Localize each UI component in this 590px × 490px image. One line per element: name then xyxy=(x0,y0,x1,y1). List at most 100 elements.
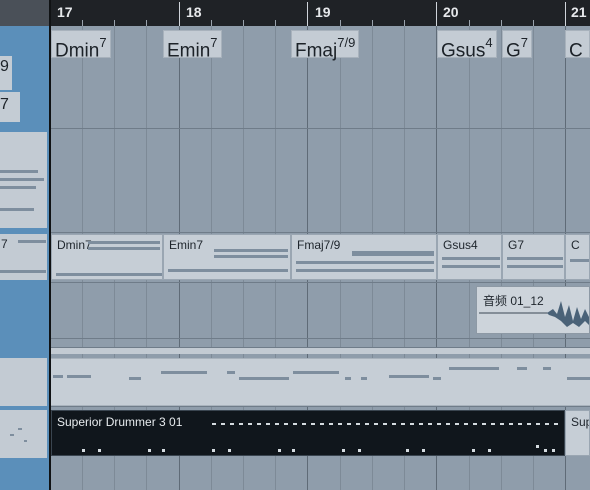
midi-note xyxy=(442,257,500,260)
part-name: Gsus4 xyxy=(443,238,478,252)
drum-part[interactable]: Superior Drummer 3 01 xyxy=(51,410,565,456)
chord-part-c[interactable]: C xyxy=(565,234,590,280)
chord-part-fmaj79[interactable]: Fmaj7/9 xyxy=(291,234,437,280)
thin-track-band xyxy=(49,348,590,354)
drum-hit xyxy=(82,449,85,452)
ruler[interactable]: 17 18 19 20 21 xyxy=(0,0,590,26)
part-name: C xyxy=(571,238,580,252)
part-name: 7 xyxy=(1,237,8,251)
drum-hit xyxy=(162,449,165,452)
midi-note xyxy=(18,428,22,430)
selected-range-left[interactable]: 9 7 7 xyxy=(0,26,49,490)
chord-event-dmin7[interactable]: Dmin7 xyxy=(51,30,111,62)
midi-note xyxy=(361,377,367,380)
midi-note xyxy=(433,377,441,380)
partial-chord-label: 7 xyxy=(0,92,20,122)
midi-note xyxy=(352,251,434,256)
chord-root: Gsus xyxy=(441,40,486,62)
ruler-bar-21: 21 xyxy=(571,4,587,20)
selected-drum-lane xyxy=(0,410,47,458)
midi-note xyxy=(214,249,288,252)
chord-extension: 7 xyxy=(520,35,529,50)
chord-root: C xyxy=(569,40,583,62)
chord-event-g7[interactable]: G7 xyxy=(502,30,533,61)
ruler-bar-line xyxy=(565,2,566,26)
lane-separator xyxy=(0,128,590,129)
midi-note xyxy=(24,440,27,442)
ruler-left-region xyxy=(0,0,49,26)
ruler-bar-18: 18 xyxy=(186,4,202,20)
midi-note xyxy=(0,186,36,189)
chord-event-gsus4[interactable]: Gsus4 xyxy=(437,30,497,62)
chord-extension: 7/9 xyxy=(337,35,356,50)
midi-note xyxy=(214,255,288,258)
part-name: Emin7 xyxy=(169,238,204,252)
chord-root: Dmin xyxy=(55,40,100,62)
midi-note xyxy=(227,371,235,374)
chord-root: Fmaj xyxy=(295,40,338,62)
drum-hit xyxy=(536,445,539,448)
midi-note xyxy=(442,265,500,268)
drum-hit xyxy=(488,449,491,452)
drum-hit xyxy=(98,449,101,452)
lane-separator xyxy=(0,338,590,339)
midi-note xyxy=(18,240,46,243)
drum-hit xyxy=(472,449,475,452)
midi-note xyxy=(0,270,46,273)
chord-event-c[interactable]: C xyxy=(565,30,590,62)
drum-part-next-name: Sup xyxy=(571,415,589,429)
midi-note xyxy=(56,273,162,276)
chord-event-fmaj79[interactable]: Fmaj7/9 xyxy=(291,30,360,62)
ruler-bar-20: 20 xyxy=(443,4,459,20)
selected-chord-block: 9 7 xyxy=(0,56,47,126)
chord-part-emin7[interactable]: Emin7 xyxy=(163,234,291,280)
ruler-bar-17: 17 xyxy=(57,4,73,20)
playhead-cursor[interactable] xyxy=(49,0,51,490)
chord-part-g7[interactable]: G7 xyxy=(502,234,565,280)
drum-hit xyxy=(292,449,295,452)
midi-note xyxy=(517,367,527,370)
midi-note xyxy=(239,377,289,380)
midi-note xyxy=(570,259,589,262)
midi-note xyxy=(293,371,339,374)
drum-hit xyxy=(544,449,547,452)
midi-note xyxy=(88,241,160,244)
midi-note xyxy=(10,434,14,436)
drum-hit xyxy=(342,449,345,452)
drum-hit xyxy=(552,449,555,452)
selected-empty-lane xyxy=(0,284,47,338)
drum-part-next[interactable]: Sup xyxy=(565,410,590,456)
midi-note xyxy=(507,265,563,268)
drum-hit xyxy=(212,449,215,452)
chord-part-gsus4[interactable]: Gsus4 xyxy=(437,234,502,280)
midi-note xyxy=(0,208,34,211)
part-name: G7 xyxy=(508,238,525,252)
selected-chord-part: 7 xyxy=(0,234,47,280)
chord-event-emin7[interactable]: Emin7 xyxy=(163,30,222,62)
partial-chord-label: 9 xyxy=(0,56,12,90)
part-name: Dmin7 xyxy=(57,238,92,252)
midi-note xyxy=(67,375,91,378)
drum-pattern-dashes xyxy=(212,423,562,425)
midi-note xyxy=(129,377,141,380)
midi-note xyxy=(389,375,429,378)
selected-part-block xyxy=(0,132,47,228)
ruler-bar-line xyxy=(307,2,308,26)
midi-note xyxy=(507,257,563,260)
chord-root: Emin xyxy=(167,40,211,62)
drum-hit xyxy=(148,449,151,452)
chord-part-dmin7[interactable]: Dmin7 xyxy=(51,234,163,280)
chord-extension: 4 xyxy=(485,35,493,50)
midi-note xyxy=(168,269,288,272)
drum-part-name: Superior Drummer 3 01 xyxy=(57,415,183,429)
midi-lane-band[interactable] xyxy=(49,358,590,406)
midi-note xyxy=(543,367,551,370)
drum-hit xyxy=(358,449,361,452)
audio-waveform xyxy=(479,301,589,327)
audio-event[interactable]: 音频 01_12 xyxy=(476,286,590,334)
drum-hit xyxy=(228,449,231,452)
selected-midi-lane xyxy=(0,358,47,406)
ruler-bar-line xyxy=(436,2,437,26)
midi-note xyxy=(0,178,44,181)
midi-note xyxy=(0,170,38,173)
